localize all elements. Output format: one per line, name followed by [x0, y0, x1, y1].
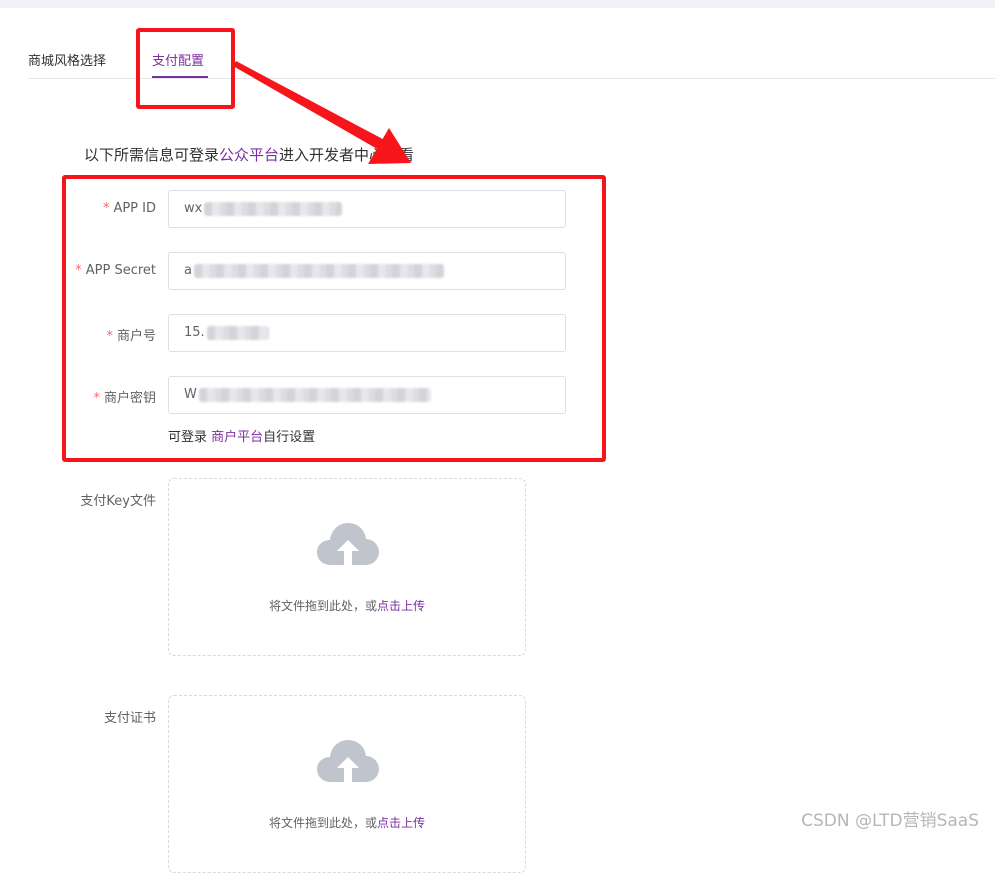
info-suffix: 进入开发者中心查看 — [279, 146, 415, 164]
app-id-input[interactable]: wx — [168, 190, 566, 228]
app-id-label: * APP ID — [0, 201, 156, 216]
required-mark: * — [93, 391, 100, 406]
upload-hint-text: 将文件拖到此处，或 — [268, 599, 377, 613]
app-id-value: wx — [184, 201, 203, 216]
required-mark: * — [106, 329, 113, 344]
upload-cloud-icon — [317, 740, 379, 782]
pay-cert-label: 支付证书 — [103, 711, 156, 726]
merchant-platform-link[interactable]: 商户平台 — [211, 430, 263, 445]
click-upload-link[interactable]: 点击上传 — [377, 599, 425, 613]
merchant-key-label: * 商户密钥 — [0, 387, 156, 406]
tab-mall-style[interactable]: 商城风格选择 — [28, 50, 106, 69]
merchant-key-label-text: 商户密钥 — [103, 391, 156, 406]
required-mark: * — [102, 201, 110, 216]
upload-hint-text: 将文件拖到此处，或 — [268, 816, 377, 830]
upload-cloud-icon — [317, 523, 379, 565]
watermark: CSDN @LTD营销SaaS — [801, 811, 979, 831]
hint-prefix: 可登录 — [168, 430, 212, 445]
merchant-no-label: * 商户号 — [0, 325, 156, 344]
click-upload-link[interactable]: 点击上传 — [377, 816, 425, 830]
redaction-blur — [204, 201, 343, 216]
app-id-label-text: APP ID — [113, 201, 156, 216]
info-prefix: 以下所需信息可登录 — [84, 146, 220, 164]
info-text: 以下所需信息可登录公众平台进入开发者中心查看 — [84, 144, 414, 165]
merchant-key-value: W — [184, 387, 197, 402]
app-secret-value: a — [184, 263, 192, 278]
tab-payment-config[interactable]: 支付配置 — [152, 50, 204, 69]
hint-suffix: 自行设置 — [263, 430, 316, 445]
merchant-no-value: 15. — [184, 325, 205, 340]
top-bar — [0, 0, 995, 8]
app-secret-input[interactable]: a — [168, 252, 566, 290]
redaction-blur — [193, 263, 444, 278]
pay-cert-upload[interactable]: 将文件拖到此处，或点击上传 — [168, 695, 526, 873]
pay-key-file-upload[interactable]: 将文件拖到此处，或点击上传 — [168, 478, 526, 656]
official-platform-link[interactable]: 公众平台 — [219, 146, 279, 164]
redaction-blur — [206, 325, 269, 340]
merchant-no-input[interactable]: 15. — [168, 314, 566, 352]
upload-hint: 将文件拖到此处，或点击上传 — [169, 814, 525, 831]
app-secret-label-text: APP Secret — [85, 263, 156, 278]
merchant-no-label-text: 商户号 — [116, 329, 156, 344]
pay-key-file-label: 支付Key文件 — [80, 494, 156, 509]
merchant-key-input[interactable]: W — [168, 376, 566, 414]
active-tab-indicator — [152, 76, 208, 78]
merchant-hint: 可登录 商户平台自行设置 — [168, 426, 315, 445]
app-secret-label: * APP Secret — [0, 263, 156, 278]
tab-bar: 商城风格选择 支付配置 — [28, 40, 995, 79]
redaction-blur — [198, 387, 431, 402]
required-mark: * — [75, 263, 82, 278]
upload-hint: 将文件拖到此处，或点击上传 — [169, 597, 525, 614]
